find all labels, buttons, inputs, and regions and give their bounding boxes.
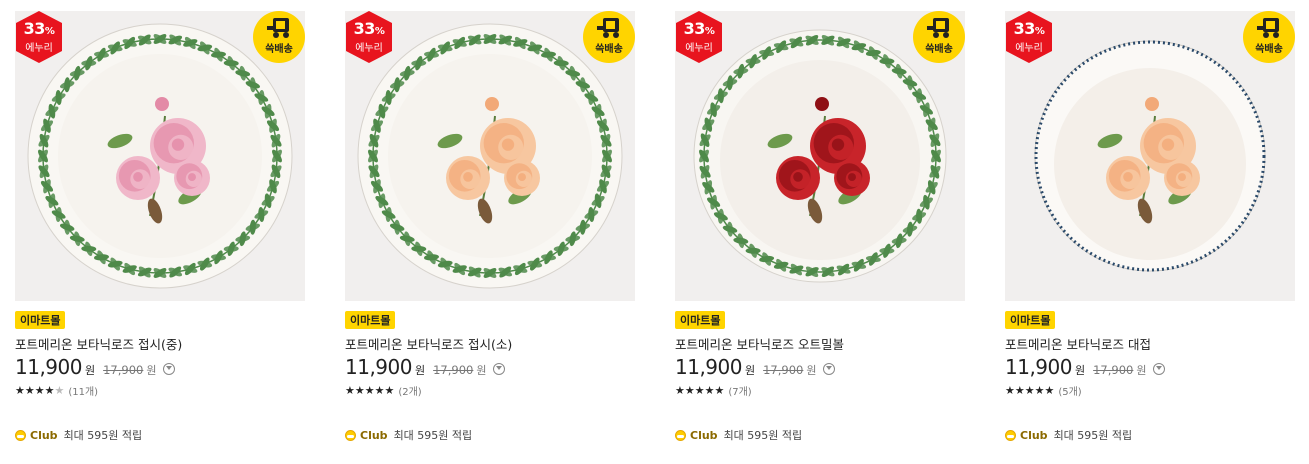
shipping-badge: 쓱배송 — [583, 11, 635, 63]
sale-price: 11,900 — [15, 355, 82, 379]
truck-icon — [927, 18, 949, 38]
shipping-badge: 쓱배송 — [913, 11, 965, 63]
price-unit: 원 — [1074, 364, 1086, 377]
discount-label: 에누리 — [685, 43, 713, 54]
product-name[interactable]: 포트메리온 보타닉로즈 접시(중) — [15, 334, 182, 353]
original-price: 17,900 — [763, 363, 804, 377]
product-name[interactable]: 포트메리온 보타닉로즈 접시(소) — [345, 334, 512, 353]
original-price-unit: 원 — [146, 364, 157, 377]
club-reward: Club 최대 595원 적립 — [1005, 427, 1132, 443]
sale-price: 11,900 — [345, 355, 412, 379]
price-unit: 원 — [84, 364, 96, 377]
discount-label: 에누리 — [1015, 43, 1043, 54]
chevron-down-info-icon[interactable] — [163, 363, 176, 375]
truck-icon — [597, 18, 619, 38]
product-name[interactable]: 포트메리온 보타닉로즈 대접 — [1005, 334, 1151, 353]
price-row: 11,900 원 17,900 원 — [345, 355, 506, 381]
shipping-label: 쓱배송 — [1255, 44, 1283, 55]
product-card[interactable]: 33% 에누리 쓱배송 이마트몰 포트메리온 보타닉로즈 접시(소) 11,90… — [345, 11, 635, 442]
star-rating-icon: ★★★★★ — [15, 384, 65, 397]
review-count: (2개) — [398, 387, 422, 398]
discount-unit: % — [44, 26, 55, 37]
club-coin-icon — [675, 429, 686, 441]
rating: ★★★★★ (5개) — [1005, 383, 1082, 398]
club-label: Club — [690, 428, 718, 442]
original-price: 17,900 — [103, 363, 144, 377]
discount-badge: 33% 에누리 — [15, 11, 63, 63]
price-row: 11,900 원 17,900 원 — [675, 355, 836, 381]
truck-icon — [1257, 18, 1279, 38]
discount-percent: 33 — [353, 19, 376, 38]
mall-tag: 이마트몰 — [15, 311, 66, 329]
product-grid: 33% 에누리 쓱배송 이마트몰 포트메리온 보타닉로즈 접시(중) 11,90… — [0, 0, 1309, 464]
club-reward-text: 최대 595원 적립 — [393, 429, 473, 442]
club-reward: Club 최대 595원 적립 — [675, 427, 802, 443]
club-coin-icon — [1005, 429, 1016, 441]
rating: ★★★★★ (2개) — [345, 383, 422, 398]
original-price-unit: 원 — [806, 364, 817, 377]
shipping-label: 쓱배송 — [925, 44, 953, 55]
discount-badge: 33% 에누리 — [675, 11, 723, 63]
discount-percent: 33 — [683, 19, 706, 38]
club-coin-icon — [345, 429, 356, 441]
truck-icon — [267, 18, 289, 38]
rating: ★★★★★ (7개) — [675, 383, 752, 398]
price-row: 11,900 원 17,900 원 — [15, 355, 176, 381]
mall-tag: 이마트몰 — [1005, 311, 1056, 329]
discount-badge: 33% 에누리 — [345, 11, 393, 63]
price-row: 11,900 원 17,900 원 — [1005, 355, 1166, 381]
club-label: Club — [30, 428, 58, 442]
product-card[interactable]: 33% 에누리 쓱배송 이마트몰 포트메리온 보타닉로즈 접시(중) 11,90… — [15, 11, 305, 442]
mall-tag: 이마트몰 — [345, 311, 396, 329]
half-star-icon: ★ — [54, 384, 65, 397]
club-coin-icon — [15, 429, 26, 441]
product-name[interactable]: 포트메리온 보타닉로즈 오트밀볼 — [675, 334, 844, 353]
review-count: (11개) — [68, 387, 99, 398]
club-reward: Club 최대 595원 적립 — [345, 427, 472, 443]
original-price: 17,900 — [1093, 363, 1134, 377]
mall-tag: 이마트몰 — [675, 311, 726, 329]
price-unit: 원 — [414, 364, 426, 377]
discount-label: 에누리 — [355, 43, 383, 54]
discount-badge: 33% 에누리 — [1005, 11, 1053, 63]
product-image[interactable]: 33% 에누리 쓱배송 — [675, 11, 965, 301]
shipping-badge: 쓱배송 — [1243, 11, 1295, 63]
discount-percent: 33 — [1013, 19, 1036, 38]
shipping-badge: 쓱배송 — [253, 11, 305, 63]
shipping-label: 쓱배송 — [265, 44, 293, 55]
shipping-label: 쓱배송 — [595, 44, 623, 55]
rating: ★★★★★ (11개) — [15, 383, 98, 398]
original-price-unit: 원 — [1136, 364, 1147, 377]
product-image[interactable]: 33% 에누리 쓱배송 — [15, 11, 305, 301]
product-card[interactable]: 33% 에누리 쓱배송 이마트몰 포트메리온 보타닉로즈 대접 11,900 원… — [1005, 11, 1295, 442]
product-card[interactable]: 33% 에누리 쓱배송 이마트몰 포트메리온 보타닉로즈 오트밀볼 11,900… — [675, 11, 965, 442]
review-count: (5개) — [1058, 387, 1082, 398]
club-reward-text: 최대 595원 적립 — [1053, 429, 1133, 442]
chevron-down-info-icon[interactable] — [1153, 363, 1166, 375]
club-label: Club — [1020, 428, 1048, 442]
club-reward-text: 최대 595원 적립 — [63, 429, 143, 442]
product-image[interactable]: 33% 에누리 쓱배송 — [345, 11, 635, 301]
sale-price: 11,900 — [1005, 355, 1072, 379]
club-reward: Club 최대 595원 적립 — [15, 427, 142, 443]
star-rating-icon: ★★★★★ — [1005, 384, 1055, 397]
club-reward-text: 최대 595원 적립 — [723, 429, 803, 442]
discount-label: 에누리 — [25, 43, 53, 54]
original-price-unit: 원 — [476, 364, 487, 377]
original-price: 17,900 — [433, 363, 474, 377]
review-count: (7개) — [728, 387, 752, 398]
discount-unit: % — [704, 26, 715, 37]
price-unit: 원 — [744, 364, 756, 377]
star-rating-icon: ★★★★★ — [675, 384, 725, 397]
club-label: Club — [360, 428, 388, 442]
discount-percent: 33 — [23, 19, 46, 38]
sale-price: 11,900 — [675, 355, 742, 379]
chevron-down-info-icon[interactable] — [823, 363, 836, 375]
product-image[interactable]: 33% 에누리 쓱배송 — [1005, 11, 1295, 301]
chevron-down-info-icon[interactable] — [493, 363, 506, 375]
discount-unit: % — [374, 26, 385, 37]
discount-unit: % — [1034, 26, 1045, 37]
star-rating-icon: ★★★★★ — [345, 384, 395, 397]
